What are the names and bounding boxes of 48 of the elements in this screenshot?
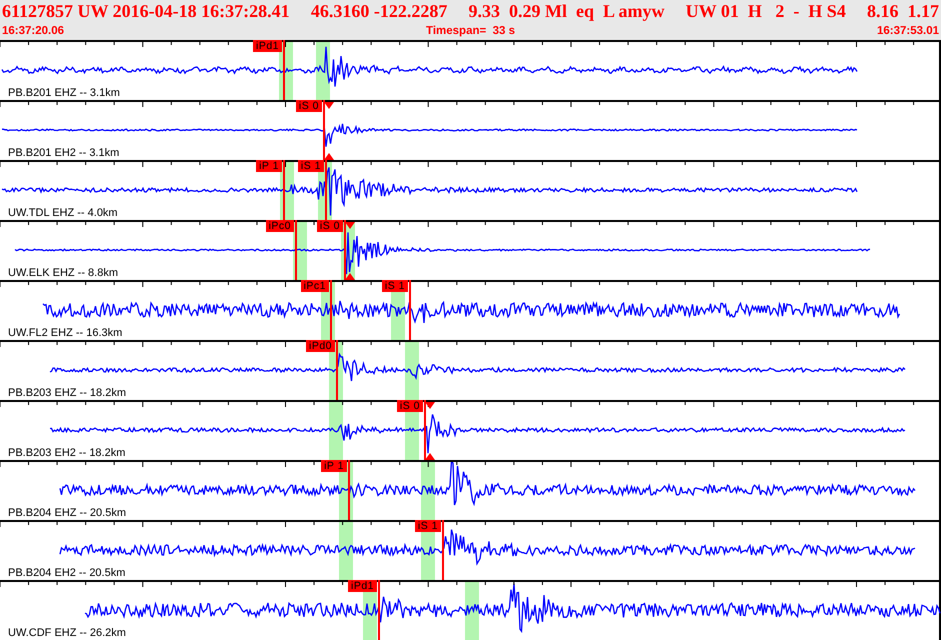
- pick-marker[interactable]: [330, 280, 332, 340]
- pick-label[interactable]: iS 1: [382, 280, 408, 292]
- pick-marker[interactable]: [325, 160, 327, 220]
- timespan: Timespan= 33 s: [426, 25, 515, 37]
- pick-marker[interactable]: [344, 220, 355, 280]
- pick-label[interactable]: iPd1: [348, 580, 377, 592]
- pick-label[interactable]: iP 1: [321, 460, 347, 472]
- event-summary: 46.3160 -122.2287: [310, 0, 448, 22]
- station-label: UW.TDL EHZ -- 4.0km: [7, 207, 119, 220]
- pick-marker[interactable]: [348, 460, 350, 520]
- seismogram-track[interactable]: iPd1 UW.CDF EHZ -- 26.2km: [0, 580, 941, 640]
- station-label: PB.B203 EHZ -- 18.2km: [7, 387, 127, 400]
- pick-label[interactable]: iS 0: [396, 400, 423, 412]
- pick-window: [405, 340, 419, 400]
- pick-marker[interactable]: [378, 580, 380, 640]
- pick-label[interactable]: iP 1: [256, 160, 282, 172]
- station-label: PB.B201 EH2 -- 3.1km: [7, 147, 120, 160]
- end-time: 16:37:53.01: [876, 25, 939, 37]
- event-summary: 8.16 1.17: [866, 0, 939, 22]
- pick-marker[interactable]: [283, 40, 285, 100]
- station-label: PB.B201 EHZ -- 3.1km: [7, 87, 121, 100]
- event-summary: 9.33 0.29 Ml eq L amyw: [468, 0, 664, 22]
- pick-window: [339, 520, 353, 580]
- pick-marker[interactable]: [323, 100, 334, 160]
- station-label: PB.B203 EH2 -- 18.2km: [7, 447, 126, 460]
- pick-label[interactable]: iS 1: [414, 520, 441, 532]
- pick-marker[interactable]: [295, 220, 297, 280]
- pick-label[interactable]: iS 0: [316, 220, 343, 232]
- station-label: UW.FL2 EHZ -- 16.3km: [7, 327, 124, 340]
- start-time: 16:37:20.06: [2, 25, 64, 37]
- pick-label[interactable]: iS 0: [296, 100, 322, 112]
- station-label: UW.CDF EHZ -- 26.2km: [7, 627, 127, 640]
- pick-marker[interactable]: [336, 340, 338, 400]
- station-label: PB.B204 EH2 -- 20.5km: [7, 567, 126, 580]
- pick-marker[interactable]: [442, 520, 444, 580]
- pick-window: [329, 400, 343, 460]
- pick-marker[interactable]: [424, 400, 435, 460]
- pick-label[interactable]: iPc0: [266, 220, 294, 232]
- pick-label[interactable]: iPd1: [252, 40, 282, 52]
- event-summary: 61127857 UW 2016-04-18 16:37:28.41: [2, 0, 290, 22]
- pick-label[interactable]: iPd0: [306, 340, 335, 352]
- pick-label[interactable]: iPc1: [300, 280, 329, 292]
- event-summary: UW 01 H 2 - H S4: [686, 0, 846, 22]
- station-label: PB.B204 EHZ -- 20.5km: [7, 507, 127, 520]
- pick-marker[interactable]: [283, 160, 285, 220]
- pick-marker[interactable]: [409, 280, 411, 340]
- station-label: UW.ELK EHZ -- 8.8km: [7, 267, 120, 280]
- pick-label[interactable]: iS 1: [298, 160, 324, 172]
